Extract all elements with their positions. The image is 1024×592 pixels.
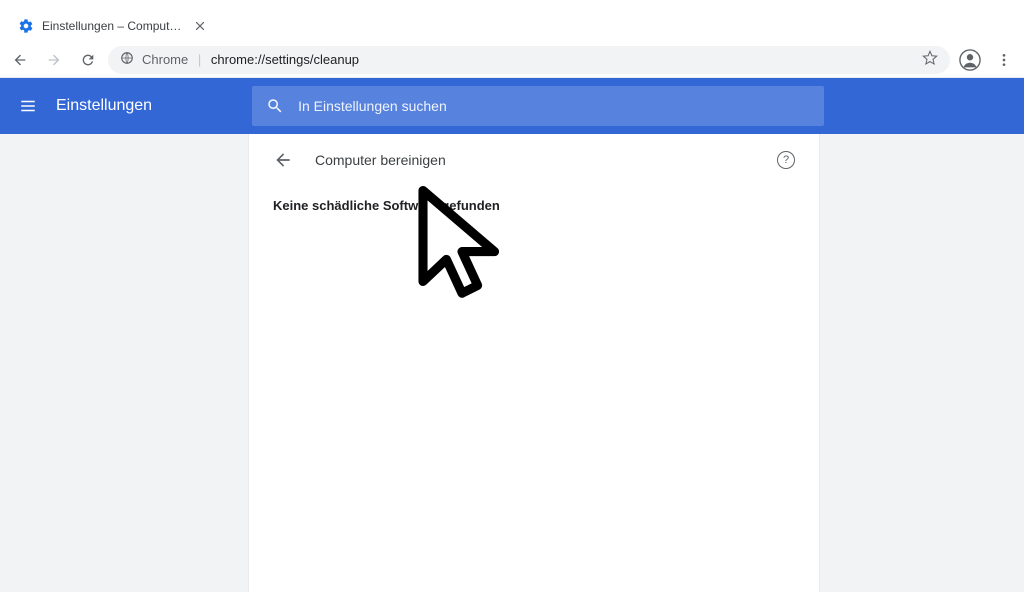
- address-bar[interactable]: Chrome | chrome://settings/cleanup: [108, 46, 950, 74]
- card-header: Computer bereinigen ?: [249, 134, 819, 186]
- back-button[interactable]: [6, 46, 34, 74]
- url-display: Chrome | chrome://settings/cleanup: [142, 52, 359, 67]
- help-icon[interactable]: ?: [777, 151, 795, 169]
- hamburger-menu-icon[interactable]: [16, 94, 40, 118]
- close-tab-icon[interactable]: [192, 18, 208, 34]
- tab-title: Einstellungen – Computer berein: [42, 19, 184, 33]
- settings-header: Einstellungen In Einstellungen suchen: [0, 78, 1024, 134]
- tab-strip: Einstellungen – Computer berein: [0, 8, 1024, 42]
- search-placeholder: In Einstellungen suchen: [298, 98, 447, 114]
- browser-tab[interactable]: Einstellungen – Computer berein: [8, 10, 218, 42]
- bookmark-star-icon[interactable]: [922, 50, 938, 69]
- settings-gear-icon: [18, 18, 34, 34]
- browser-toolbar: Chrome | chrome://settings/cleanup: [0, 42, 1024, 78]
- browser-menu-icon[interactable]: [990, 46, 1018, 74]
- profile-avatar[interactable]: [956, 46, 984, 74]
- settings-title: Einstellungen: [56, 97, 152, 115]
- back-arrow-icon[interactable]: [273, 150, 293, 170]
- new-tab-button[interactable]: [235, 11, 263, 39]
- content-area: Computer bereinigen ? Keine schädliche S…: [0, 134, 1024, 592]
- search-icon: [266, 97, 284, 115]
- settings-search-input[interactable]: In Einstellungen suchen: [252, 86, 824, 126]
- settings-card: Computer bereinigen ? Keine schädliche S…: [248, 134, 820, 592]
- forward-button[interactable]: [40, 46, 68, 74]
- site-info-icon[interactable]: [120, 51, 134, 68]
- page-title: Computer bereinigen: [315, 152, 755, 168]
- reload-button[interactable]: [74, 46, 102, 74]
- tab-divider: [224, 15, 225, 35]
- scan-result-text: Keine schädliche Software gefunden: [273, 198, 795, 213]
